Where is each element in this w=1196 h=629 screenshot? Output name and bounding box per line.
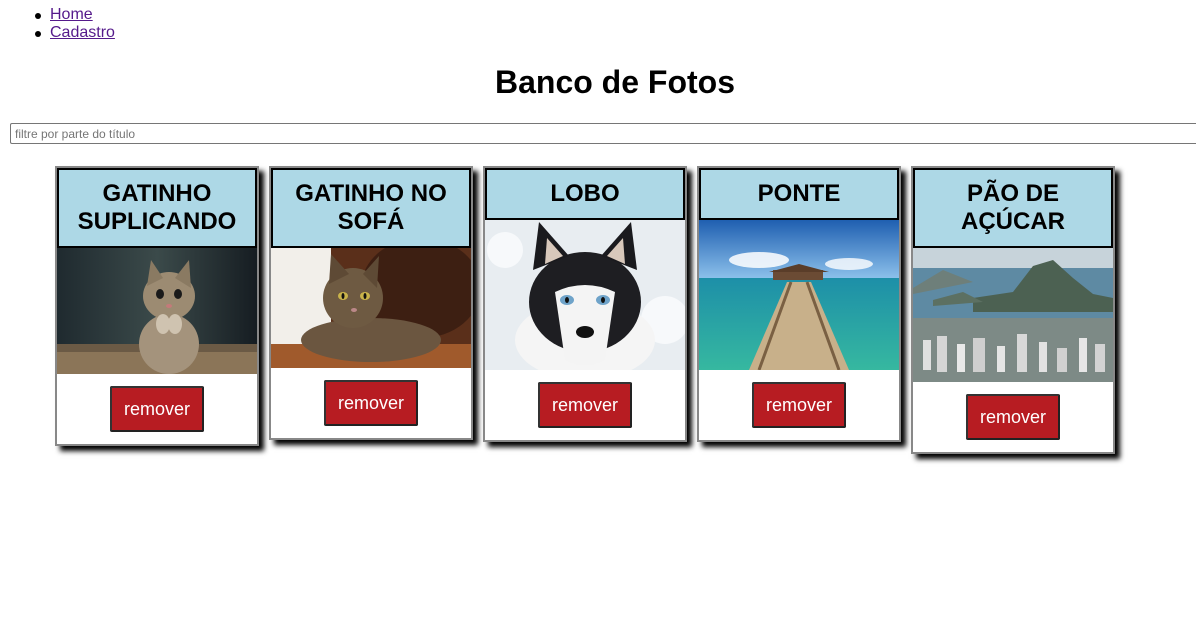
nav-link-cadastro[interactable]: Cadastro xyxy=(50,24,115,41)
photo-card: PÃO DE AÇÚCAR remover xyxy=(911,166,1115,454)
remove-button[interactable]: remover xyxy=(324,380,418,426)
nav-item-home: Home xyxy=(35,6,115,24)
nav-link-home[interactable]: Home xyxy=(50,6,93,23)
photo-image xyxy=(913,248,1113,382)
photo-image xyxy=(57,248,257,374)
photo-card: GATINHO NO SOFÁ remover xyxy=(269,166,473,440)
title-filter-input[interactable] xyxy=(10,123,1196,144)
photo-image xyxy=(485,220,685,370)
photo-card: GATINHO SUPLICANDO remover xyxy=(55,166,259,446)
card-footer: remover xyxy=(913,382,1113,452)
card-title: GATINHO SUPLICANDO xyxy=(57,168,257,248)
remove-button[interactable]: remover xyxy=(538,382,632,428)
photo-card: LOBO remover xyxy=(483,166,687,442)
card-title: GATINHO NO SOFÁ xyxy=(271,168,471,248)
card-footer: remover xyxy=(485,370,685,440)
nav-item-cadastro: Cadastro xyxy=(35,24,115,42)
card-footer: remover xyxy=(699,370,899,440)
photo-image xyxy=(699,220,899,370)
remove-button[interactable]: remover xyxy=(752,382,846,428)
card-title: LOBO xyxy=(485,168,685,220)
card-footer: remover xyxy=(57,374,257,444)
card-title: PONTE xyxy=(699,168,899,220)
remove-button[interactable]: remover xyxy=(966,394,1060,440)
photo-image xyxy=(271,248,471,368)
remove-button[interactable]: remover xyxy=(110,386,204,432)
main-nav: Home Cadastro xyxy=(35,6,115,42)
page-title: Banco de Fotos xyxy=(494,64,735,100)
card-title: PÃO DE AÇÚCAR xyxy=(913,168,1113,248)
card-footer: remover xyxy=(271,368,471,438)
photo-card: PONTE remover xyxy=(697,166,901,442)
